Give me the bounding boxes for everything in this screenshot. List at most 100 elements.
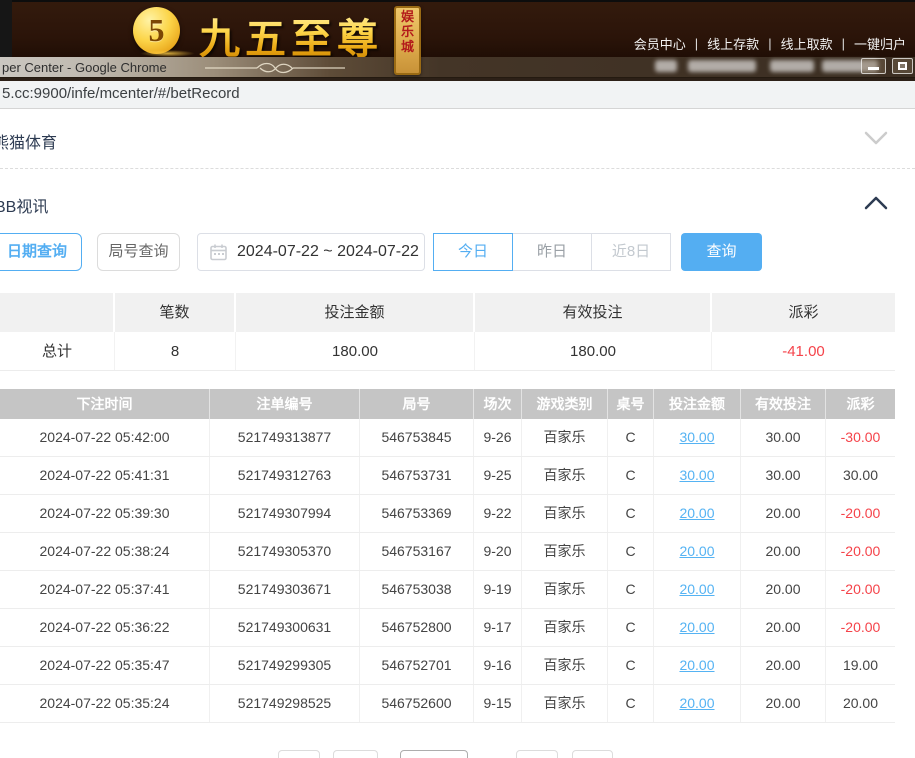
cell-payout: -20.00	[826, 571, 895, 608]
chevron-down-icon[interactable]	[864, 131, 888, 146]
cell-table-number: C	[608, 457, 654, 494]
nav-link-1[interactable]: 线上存款	[698, 34, 768, 53]
cell-valid-bet: 20.00	[741, 495, 826, 532]
cell-round-number: 546753369	[360, 495, 474, 532]
bet-amount-link[interactable]: 20.00	[679, 543, 714, 559]
badge-char: 娱	[401, 9, 414, 24]
pagination-button[interactable]	[278, 750, 320, 758]
cell-session: 9-26	[474, 419, 522, 456]
summary-payout-value: -41.00	[712, 332, 895, 370]
bet-amount-link[interactable]: 20.00	[679, 619, 714, 635]
cell-session: 9-20	[474, 533, 522, 570]
summary-bet-amount-value: 180.00	[236, 332, 475, 370]
cell-round-number: 546752800	[360, 609, 474, 646]
column-header: 下注时间	[0, 389, 210, 419]
nav-link-0[interactable]: 会员中心	[625, 34, 695, 53]
redacted-text	[688, 60, 756, 72]
table-row: 2024-07-22 05:38:24 521749305370 5467531…	[0, 533, 895, 571]
bet-table-header-row: 下注时间注单编号局号场次游戏类别桌号投注金额有效投注派彩	[0, 389, 895, 419]
cell-session: 9-25	[474, 457, 522, 494]
summary-header-valid-bet: 有效投注	[475, 293, 712, 332]
maximize-button[interactable]	[892, 58, 913, 74]
bet-amount-link[interactable]: 20.00	[679, 505, 714, 521]
table-row: 2024-07-22 05:41:31 521749312763 5467537…	[0, 457, 895, 495]
table-row: 2024-07-22 05:42:00 521749313877 5467538…	[0, 419, 895, 457]
logo-glow-decoration	[140, 50, 195, 57]
bet-amount-link[interactable]: 30.00	[679, 467, 714, 483]
cell-payout: -20.00	[826, 609, 895, 646]
pagination-button[interactable]	[516, 750, 558, 758]
date-query-button[interactable]: 日期查询	[0, 233, 82, 271]
banner-left-strip	[0, 0, 12, 57]
cell-game-type: 百家乐	[522, 533, 608, 570]
nav-link-2[interactable]: 线上取款	[772, 34, 842, 53]
pagination-button[interactable]	[572, 750, 613, 758]
cell-valid-bet: 20.00	[741, 609, 826, 646]
cell-game-type: 百家乐	[522, 457, 608, 494]
round-query-button[interactable]: 局号查询	[97, 233, 180, 271]
bet-record-table: 下注时间注单编号局号场次游戏类别桌号投注金额有效投注派彩 2024-07-22 …	[0, 389, 895, 723]
summary-header-row: 笔数 投注金额 有效投注 派彩	[0, 293, 895, 332]
bet-amount-link[interactable]: 30.00	[679, 429, 714, 445]
cell-payout: -30.00	[826, 419, 895, 456]
cell-valid-bet: 20.00	[741, 647, 826, 684]
today-button[interactable]: 今日	[433, 233, 513, 271]
cell-table-number: C	[608, 495, 654, 532]
cell-round-number: 546752701	[360, 647, 474, 684]
cell-bet-time: 2024-07-22 05:35:24	[0, 685, 210, 722]
section-bb-label: BB视讯	[0, 193, 48, 217]
cell-bet-time: 2024-07-22 05:42:00	[0, 419, 210, 456]
cell-bet-number: 521749299305	[210, 647, 360, 684]
cell-bet-amount: 20.00	[654, 571, 741, 608]
cell-valid-bet: 20.00	[741, 571, 826, 608]
cell-bet-amount: 30.00	[654, 419, 741, 456]
section-panda-sports[interactable]: 熊猫体育	[0, 122, 915, 158]
cell-session: 9-17	[474, 609, 522, 646]
banner-top-strip	[0, 0, 915, 2]
nav-link-3[interactable]: 一键归户	[845, 34, 915, 53]
cell-valid-bet: 20.00	[741, 533, 826, 570]
section-divider	[0, 168, 915, 169]
cell-table-number: C	[608, 571, 654, 608]
date-range-input[interactable]: 2024-07-22 ~ 2024-07-22	[197, 233, 425, 271]
section-bb-video[interactable]: BB视讯	[0, 186, 915, 222]
chevron-up-icon[interactable]	[864, 195, 888, 210]
last-8-days-button[interactable]: 近8日	[591, 233, 671, 271]
cell-valid-bet: 20.00	[741, 685, 826, 722]
table-row: 2024-07-22 05:35:24 521749298525 5467526…	[0, 685, 895, 723]
calendar-icon	[210, 244, 227, 261]
yesterday-button[interactable]: 昨日	[512, 233, 592, 271]
cell-game-type: 百家乐	[522, 609, 608, 646]
minimize-button[interactable]	[861, 58, 886, 74]
redacted-text	[770, 60, 814, 72]
cell-bet-time: 2024-07-22 05:36:22	[0, 609, 210, 646]
pagination-button[interactable]	[400, 750, 468, 758]
cell-table-number: C	[608, 685, 654, 722]
casino-logo-title: 九五至尊	[199, 5, 383, 65]
bet-amount-link[interactable]: 20.00	[679, 695, 714, 711]
column-header: 场次	[474, 389, 522, 419]
section-panda-label: 熊猫体育	[0, 129, 57, 153]
pagination-button[interactable]	[333, 750, 378, 758]
table-row: 2024-07-22 05:36:22 521749300631 5467528…	[0, 609, 895, 647]
cell-payout: 30.00	[826, 457, 895, 494]
cell-bet-number: 521749305370	[210, 533, 360, 570]
bet-amount-link[interactable]: 20.00	[679, 581, 714, 597]
cell-bet-amount: 30.00	[654, 457, 741, 494]
bet-table-body: 2024-07-22 05:42:00 521749313877 5467538…	[0, 419, 895, 723]
cell-bet-number: 521749303671	[210, 571, 360, 608]
search-button[interactable]: 查询	[681, 233, 762, 271]
screen: 5 九五至尊 会员中心|线上存款|线上取款|一键归户 娱 乐 城 per Cen…	[0, 0, 915, 758]
cell-payout: -20.00	[826, 533, 895, 570]
summary-header-bet-amount: 投注金额	[236, 293, 475, 332]
cell-payout: 19.00	[826, 647, 895, 684]
cell-round-number: 546753167	[360, 533, 474, 570]
cell-bet-time: 2024-07-22 05:37:41	[0, 571, 210, 608]
cell-bet-amount: 20.00	[654, 609, 741, 646]
casino-banner: 5 九五至尊 会员中心|线上存款|线上取款|一键归户	[0, 0, 915, 57]
cell-bet-number: 521749307994	[210, 495, 360, 532]
table-row: 2024-07-22 05:37:41 521749303671 5467530…	[0, 571, 895, 609]
bet-amount-link[interactable]: 20.00	[679, 657, 714, 673]
quick-date-group: 今日 昨日 近8日	[434, 233, 671, 271]
badge-char: 乐	[401, 24, 414, 39]
